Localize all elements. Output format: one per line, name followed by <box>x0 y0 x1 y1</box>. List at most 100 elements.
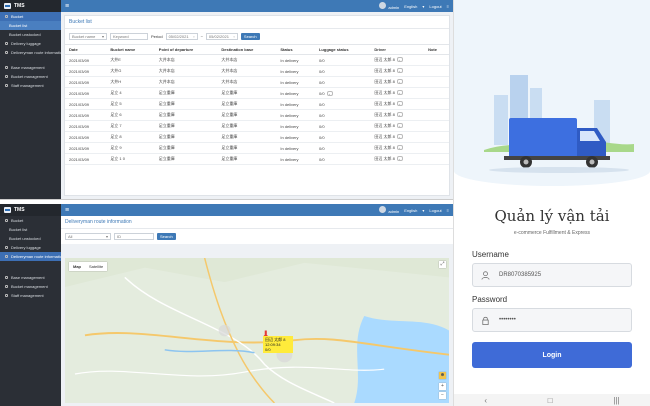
table-row[interactable]: 2021/03/09 足立 4 足立重庫 足立重庫 In delivery 0/0 › 田辺 … <box>65 87 449 99</box>
sidebar-item-bucket[interactable]: Bucket <box>0 216 61 225</box>
table-cell <box>424 153 449 165</box>
logout-link[interactable]: Logout <box>429 208 441 213</box>
route-icon <box>5 255 8 258</box>
table-cell: 大井本店 <box>154 65 218 77</box>
app-subtitle: e-commerce Fulfillment & Express <box>513 230 591 236</box>
home-icon[interactable]: □ <box>548 396 553 405</box>
table-cell: 足立 7 <box>106 120 155 132</box>
sidebar-item-bucket-management[interactable]: Bucket management <box>0 72 61 81</box>
table-row[interactable]: 2021/03/09 大井G 大井本店 大井本店 In delivery 0/0 田辺 太郎… <box>65 65 449 77</box>
column-header: Date <box>65 44 107 55</box>
zoom-out-button[interactable]: − <box>439 392 446 399</box>
table-cell: 足立重庫 <box>154 120 218 132</box>
table-row[interactable]: 2021/03/09 大井E 大井本店 大井本店 In delivery 0/0 田辺 太郎… <box>65 54 449 66</box>
table-row[interactable]: 2021/03/09 足立 7 足立重庫 足立重庫 In delivery 0/0 田辺 太… <box>65 120 449 132</box>
map[interactable]: Map Satellite ⤢ ☻ + − ⬇ 田辺 太郎 8 12:09:34… <box>65 258 449 403</box>
table-row[interactable]: 2021/03/09 大井H 大井本店 大井本店 In delivery 0/0 田辺 太郎… <box>65 76 449 88</box>
hamburger-menu-icon[interactable]: ≡ <box>65 207 69 214</box>
password-field[interactable]: •••••••• <box>472 308 632 332</box>
table-cell: In delivery <box>276 65 315 77</box>
driver-detail-icon[interactable]: › <box>396 68 403 73</box>
date-from-input[interactable]: 05/02/2021 ▫ <box>165 33 198 40</box>
sidebar-item-bucket-unstocked[interactable]: Bucket unstocked <box>0 30 61 39</box>
table-row[interactable]: 2021/03/09 足立 8 足立重庫 足立重庫 In delivery 0/0 田辺 太… <box>65 131 449 143</box>
table-row[interactable]: 2021/03/09 足立 5 足立重庫 足立重庫 In delivery 0/0 田辺 太… <box>65 98 449 110</box>
username-field[interactable]: DR8070385925 <box>472 263 632 287</box>
sidebar-item-base-management[interactable]: Base management <box>0 63 61 72</box>
driver-detail-icon[interactable]: › <box>396 112 403 117</box>
driver-detail-icon[interactable]: › <box>396 57 403 62</box>
all-select[interactable]: All ▾ <box>65 233 111 240</box>
logout-link[interactable]: Logout <box>429 4 441 9</box>
table-row[interactable]: 2021/03/09 足立 6 足立重庫 足立重庫 In delivery 0/0 田辺 太… <box>65 109 449 121</box>
main-content: Deliveryman route information All ▾ ID Se… <box>61 216 453 406</box>
sidebar-item-bucket-unstocked[interactable]: Bucket unstocked <box>0 234 61 243</box>
tab-map[interactable]: Map <box>69 262 85 271</box>
luggage-detail-icon[interactable]: › <box>326 90 333 96</box>
person-input[interactable]: ID <box>114 233 154 240</box>
logo[interactable]: TMS <box>0 0 61 12</box>
table-row[interactable]: 2021/03/09 足立 9 足立重庫 足立重庫 In delivery 0/0 田辺 太… <box>65 142 449 154</box>
cell-text: 2021/03/09 <box>69 90 90 96</box>
driver-detail-icon[interactable]: › <box>396 90 403 95</box>
sidebar-item-staff-management[interactable]: Staff management <box>0 81 61 90</box>
recents-icon[interactable]: ||| <box>613 396 619 405</box>
table-cell <box>424 131 449 143</box>
hamburger-menu-icon[interactable]: ≡ <box>65 3 69 10</box>
sidebar-item-bucket-list[interactable]: Bucket list <box>0 225 61 234</box>
table-cell: 足立重庫 <box>217 87 277 99</box>
table-row[interactable]: 2021/03/09 足立 1 0 足立重庫 足立重庫 In delivery 0/0 田辺… <box>65 153 449 165</box>
driver-detail-icon[interactable]: › <box>396 79 403 84</box>
bucket-table: Date Bucket name Point of departure Destina… <box>65 44 449 165</box>
chevron-down-icon: ▾ <box>422 3 425 9</box>
zoom-in-button[interactable]: + <box>439 383 446 390</box>
keyword-input[interactable]: Keyword <box>110 33 148 40</box>
cell-text: 大井本店 <box>158 68 175 73</box>
top-bar: ≡ admin English ▾ Logout ≡ <box>61 204 453 216</box>
cell-text: 田辺 太郎 8 <box>374 123 395 128</box>
driver-detail-icon[interactable]: › <box>396 156 403 161</box>
back-icon[interactable]: ‹ <box>484 396 487 405</box>
sidebar-item-base-management[interactable]: Base management <box>0 273 61 282</box>
sidebar-item-route-info[interactable]: Deliveryman route information <box>0 48 64 57</box>
sidebar-item-route-info[interactable]: Deliveryman route information <box>0 252 64 261</box>
language-select[interactable]: English <box>404 4 417 9</box>
fullscreen-icon[interactable]: ⤢ <box>439 261 446 268</box>
table-cell: 足立重庫 <box>217 109 277 121</box>
table-cell: 田辺 太郎 8 › <box>370 98 425 110</box>
search-button[interactable]: Search <box>240 33 260 40</box>
street-view-icon[interactable]: ☻ <box>439 372 446 379</box>
sidebar-item-delivery-luggage[interactable]: Delivery luggage <box>0 243 61 252</box>
login-button[interactable]: Login <box>472 342 632 368</box>
cell-text: 大井H <box>110 79 122 84</box>
driver-detail-icon[interactable]: › <box>396 145 403 150</box>
cell-text: 田辺 太郎 8 <box>374 156 395 161</box>
driver-detail-icon[interactable]: › <box>396 101 403 106</box>
language-select[interactable]: English <box>404 208 417 213</box>
menu-icon[interactable]: ≡ <box>447 208 449 213</box>
table-cell: 足立重庫 <box>217 142 277 154</box>
tab-satellite[interactable]: Satellite <box>85 262 107 271</box>
filter-bar: All ▾ ID Search <box>61 229 453 244</box>
logo[interactable]: TMS <box>0 204 61 216</box>
table-cell: 2021/03/09 <box>65 87 107 99</box>
sidebar-item-bucket[interactable]: Bucket <box>0 12 61 21</box>
sidebar-item-staff-management[interactable]: Staff management <box>0 291 61 300</box>
sidebar-item-delivery-luggage[interactable]: Delivery luggage <box>0 39 61 48</box>
table-cell: 足立重庫 <box>154 98 218 110</box>
sidebar-item-bucket-list[interactable]: Bucket list <box>0 21 61 30</box>
bucket-name-select[interactable]: Bucket name ▾ <box>69 33 107 40</box>
user-menu[interactable]: admin <box>379 206 399 214</box>
sidebar-item-label: Base management <box>11 275 45 280</box>
box-icon <box>5 285 8 288</box>
driver-detail-icon[interactable]: › <box>396 134 403 139</box>
menu-icon[interactable]: ≡ <box>447 4 449 9</box>
sidebar-item-bucket-management[interactable]: Bucket management <box>0 282 61 291</box>
cell-text: 田辺 太郎 8 <box>374 134 395 139</box>
date-to-input[interactable]: 05/02/2021 ▫ <box>205 33 238 40</box>
table-cell: 足立重庫 <box>154 142 218 154</box>
driver-detail-icon[interactable]: › <box>396 123 403 128</box>
page-title: Deliveryman route information <box>61 216 453 229</box>
search-button[interactable]: Search <box>157 233 176 240</box>
user-menu[interactable]: admin <box>379 2 399 10</box>
